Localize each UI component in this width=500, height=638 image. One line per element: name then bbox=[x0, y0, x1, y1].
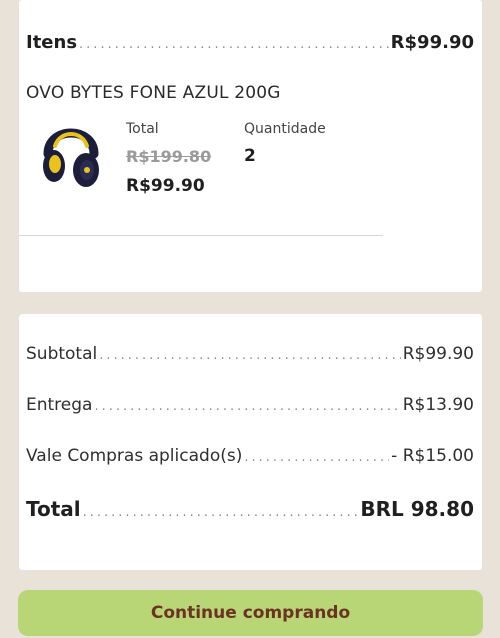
dot-leader bbox=[94, 399, 400, 414]
subtotal-label: Subtotal bbox=[26, 344, 98, 364]
quantity-value: 2 bbox=[244, 146, 256, 166]
entrega-label: Entrega bbox=[26, 395, 93, 415]
subtotal-row: Subtotal R$99.90 bbox=[26, 344, 474, 364]
headphones-icon[interactable] bbox=[38, 116, 104, 190]
dot-leader bbox=[83, 505, 359, 520]
entrega-value: R$13.90 bbox=[402, 395, 474, 415]
itens-value: R$99.90 bbox=[390, 32, 474, 53]
quantity-label: Quantidade bbox=[244, 121, 326, 137]
divider bbox=[19, 235, 383, 236]
entrega-row: Entrega R$13.90 bbox=[26, 395, 474, 415]
continue-shopping-button[interactable]: Continue comprando bbox=[18, 590, 483, 636]
dot-leader bbox=[79, 37, 389, 52]
total-value: BRL 98.80 bbox=[360, 497, 474, 521]
itens-row: Itens R$99.90 bbox=[26, 32, 474, 53]
vale-compras-label: Vale Compras aplicado(s) bbox=[26, 446, 243, 466]
total-row: Total BRL 98.80 bbox=[26, 497, 474, 521]
vale-compras-value: - R$15.00 bbox=[391, 446, 474, 466]
dot-leader bbox=[244, 450, 389, 465]
total-label: Total bbox=[26, 497, 81, 521]
current-price: R$99.90 bbox=[126, 176, 205, 196]
product-name[interactable]: OVO BYTES FONE AZUL 200G bbox=[26, 83, 281, 103]
itens-label: Itens bbox=[26, 32, 78, 53]
dot-leader bbox=[99, 348, 400, 363]
vale-compras-row: Vale Compras aplicado(s) - R$15.00 bbox=[26, 446, 474, 466]
product-total-label: Total bbox=[126, 121, 159, 137]
original-price: R$199.80 bbox=[126, 147, 212, 166]
subtotal-value: R$99.90 bbox=[402, 344, 474, 364]
